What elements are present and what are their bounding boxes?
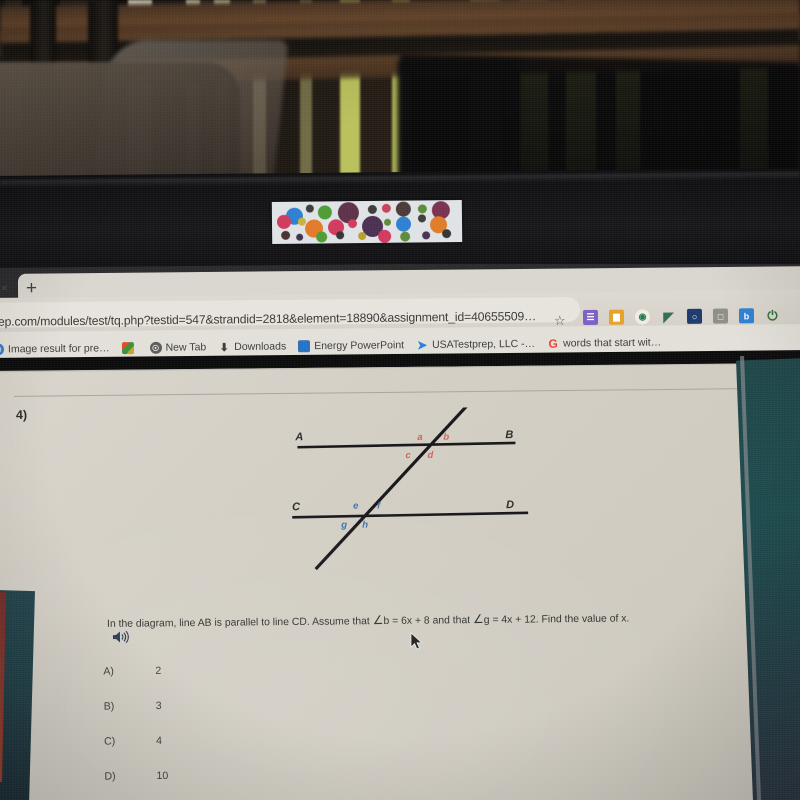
- angle-label-f: f: [376, 500, 381, 512]
- choice-value: 2: [155, 664, 162, 678]
- answer-choice-a[interactable]: A) 2: [103, 662, 403, 700]
- purple-extension-icon[interactable]: ☰: [582, 309, 599, 326]
- choice-letter: A): [103, 665, 114, 678]
- bookmark-item-words-that-start[interactable]: G words that start wit…: [547, 336, 666, 351]
- contact-card-icon: 👤: [298, 340, 311, 353]
- bookmark-item-folder[interactable]: [121, 342, 142, 355]
- speaker-audio-icon[interactable]: [112, 630, 130, 649]
- answer-choice-b[interactable]: B) 3: [104, 697, 404, 735]
- label-B: B: [505, 428, 514, 442]
- bing-b-extension-icon[interactable]: b: [738, 308, 755, 324]
- choice-letter: C): [104, 735, 116, 748]
- prompt-text-1: In the diagram, line AB is parallel to l…: [106, 616, 373, 630]
- prompt-text-3: g = 4x + 12. Find the value of x.: [483, 613, 630, 626]
- label-D: D: [505, 498, 515, 512]
- bookmark-label: Energy PowerPoint: [314, 339, 405, 353]
- angle-label-g: g: [341, 519, 348, 531]
- geometry-diagram: A B C D a b c d e f g h: [291, 400, 543, 595]
- answer-choices: A) 2 B) 3 C) 4 D) 10: [103, 662, 404, 800]
- question-number: 4): [15, 407, 28, 423]
- cast-icon[interactable]: ◤: [661, 309, 676, 324]
- angle-label-h: h: [362, 519, 369, 531]
- angle-label-c: c: [405, 450, 411, 462]
- angle-symbol-g: ∠: [472, 611, 484, 627]
- choice-value: 4: [156, 734, 163, 748]
- globe-icon: ☉: [149, 341, 162, 354]
- choice-letter: B): [103, 700, 115, 713]
- angle-label-a: a: [417, 431, 423, 443]
- google-g-icon: G: [548, 336, 558, 351]
- angle-symbol-b: ∠: [372, 613, 384, 628]
- bookmark-item-image-result[interactable]: ☉ Image result for pre…: [0, 342, 115, 356]
- bookmark-star-icon[interactable]: ☆: [554, 313, 566, 329]
- globe-icon: ☉: [0, 343, 5, 356]
- power-icon[interactable]: ⏻: [765, 307, 780, 323]
- orange-contact-extension-icon[interactable]: [608, 309, 625, 325]
- bookmark-label: Image result for pre…: [7, 342, 110, 356]
- line-AB: [297, 441, 516, 449]
- bookmark-item-new-tab[interactable]: ☉ New Tab: [149, 341, 211, 354]
- prompt-text-2: b = 6x + 8 and that: [383, 615, 474, 628]
- colorful-folder-icon: [121, 342, 134, 355]
- answer-choice-d[interactable]: D) 10: [104, 767, 404, 800]
- choice-letter: D): [104, 770, 116, 783]
- choice-value: 10: [156, 769, 169, 783]
- line-CD: [292, 511, 529, 519]
- bookmark-item-energy-powerpoint[interactable]: 👤 Energy PowerPoint: [298, 339, 409, 353]
- label-C: C: [292, 501, 301, 514]
- angle-label-e: e: [352, 500, 359, 512]
- bookmark-item-usatestprep[interactable]: ➤ USATestprep, LLC -…: [416, 337, 540, 353]
- label-A: A: [295, 431, 304, 444]
- bookmark-item-downloads[interactable]: ⬇ Downloads: [218, 340, 291, 353]
- bookmark-label: words that start wit…: [563, 336, 662, 350]
- tab-close-icon[interactable]: ×: [1, 281, 8, 295]
- cursor-arrow-icon: ➤: [416, 337, 428, 353]
- screenshot-root: × + rep.com/modules/test/tq.php?testid=5…: [0, 0, 800, 800]
- grey-cube-extension-icon[interactable]: □: [712, 308, 729, 324]
- choice-value: 3: [155, 699, 162, 713]
- download-icon: ⬇: [219, 341, 229, 354]
- bookmark-label: New Tab: [165, 341, 207, 354]
- answer-choice-c[interactable]: C) 4: [104, 732, 404, 770]
- angle-label-b: b: [443, 431, 450, 443]
- angle-label-d: d: [427, 449, 434, 461]
- new-tab-button[interactable]: +: [26, 278, 37, 299]
- bookmark-label: USATestprep, LLC -…: [431, 337, 536, 351]
- green-circle-extension-icon[interactable]: ◉: [634, 309, 651, 325]
- extensions-toolbar: ☰ ◉ ◤ ○ □ b ⏻: [582, 307, 780, 326]
- navy-square-extension-icon[interactable]: ○: [686, 308, 703, 324]
- webcam-cover-tape: [271, 200, 463, 244]
- bookmark-label: Downloads: [234, 340, 287, 353]
